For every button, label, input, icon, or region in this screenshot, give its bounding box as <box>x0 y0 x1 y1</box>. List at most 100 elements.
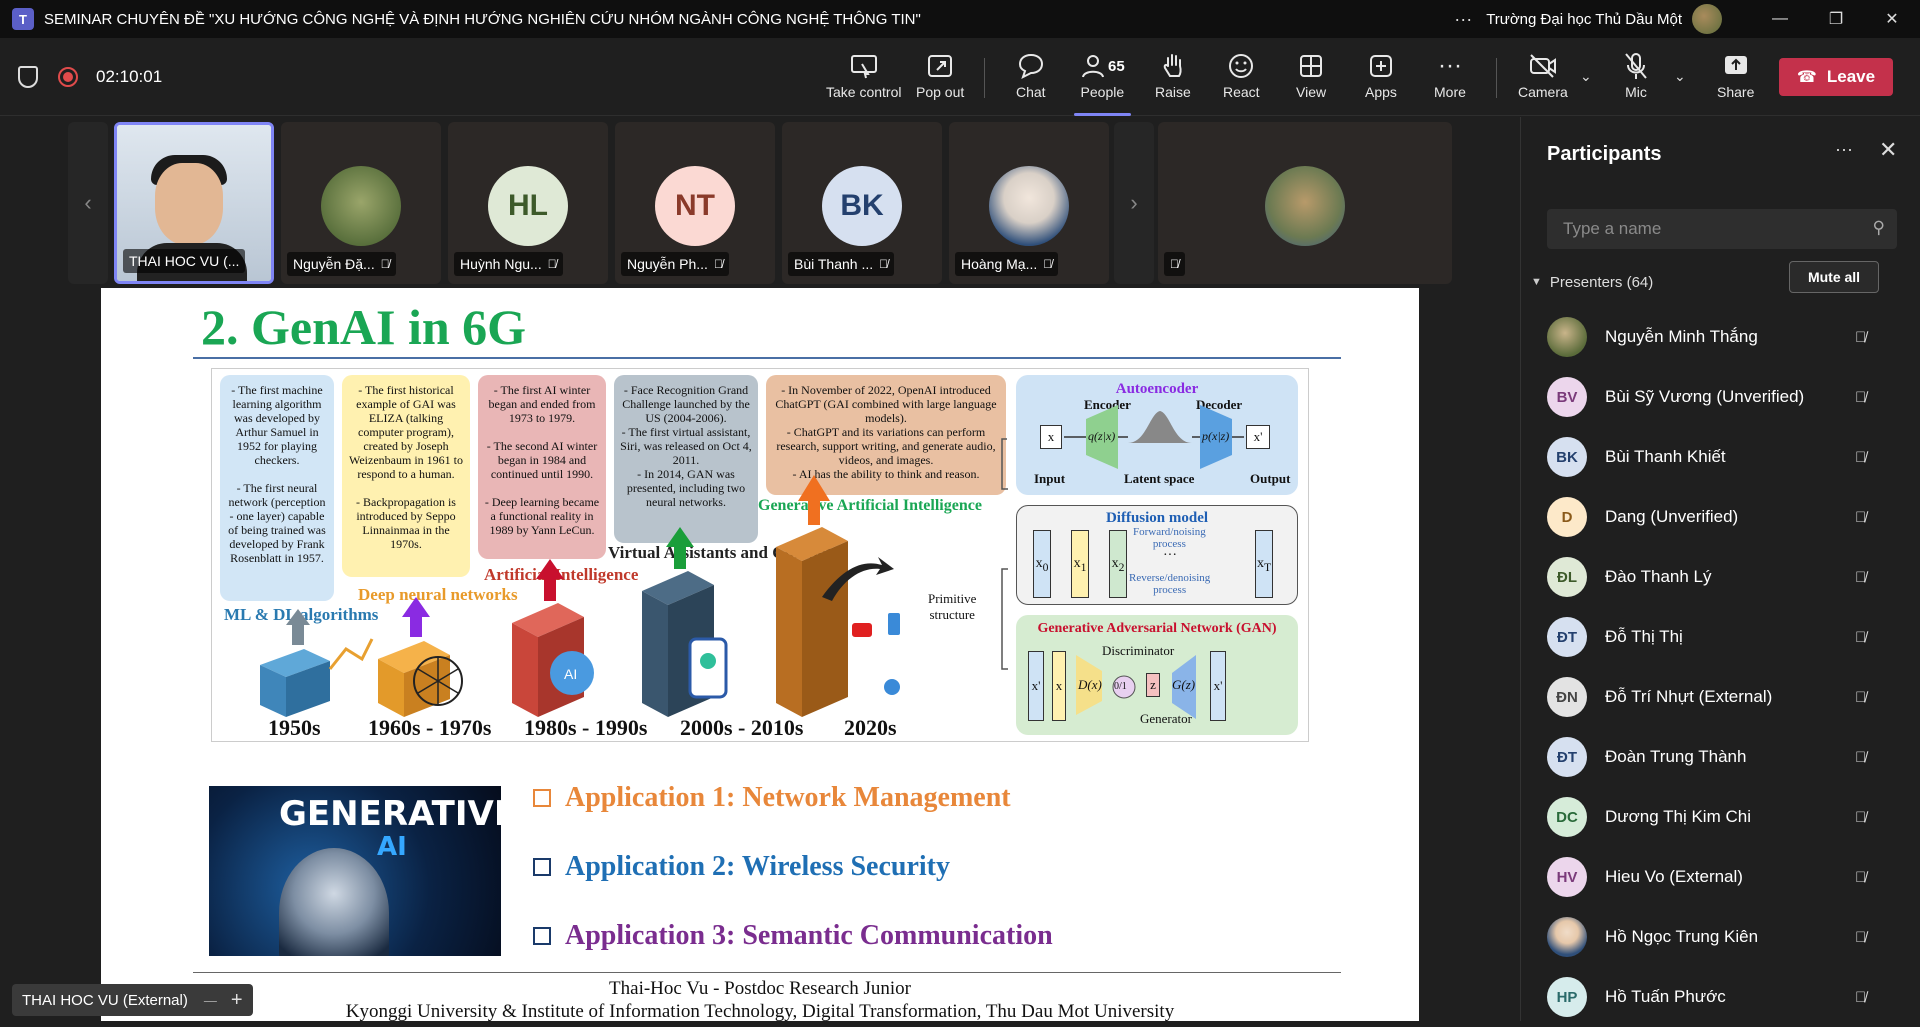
raise-hand-button[interactable]: Raise <box>1155 50 1191 110</box>
video-strip: ‹ THAI HOC VU (... Nguyễn Đặ... 🎙̸ HL Huỳ… <box>68 118 1455 286</box>
avatar: HV <box>1547 857 1587 897</box>
year-label: 2020s <box>844 715 897 740</box>
tile-name-label: THAI HOC VU (... <box>123 249 246 273</box>
collapse-triangle-icon[interactable]: ▼ <box>1531 276 1542 288</box>
people-count: 65 <box>1108 57 1125 75</box>
account-avatar[interactable] <box>1692 4 1722 34</box>
mic-off-icon[interactable]: 🎙̸ <box>1855 689 1866 706</box>
mic-off-icon[interactable]: 🎙̸ <box>1855 629 1866 646</box>
apps-button[interactable]: Apps <box>1365 50 1397 110</box>
camera-button[interactable]: Camera <box>1518 50 1568 110</box>
year-label: 1950s <box>268 715 321 740</box>
take-control-icon <box>850 55 877 79</box>
participant-row[interactable]: ĐL Đào Thanh Lý 🎙̸ <box>1521 547 1920 607</box>
avatar <box>1547 917 1587 957</box>
mic-options-chevron-icon[interactable]: ⌄ <box>1674 68 1686 85</box>
take-control-button[interactable]: Take control <box>826 50 901 110</box>
separator-icon: — <box>203 992 217 1008</box>
more-options-icon[interactable]: ··· <box>1454 9 1472 30</box>
video-tile-wide[interactable]: 🎙̸ <box>1158 122 1452 284</box>
mic-off-icon[interactable]: 🎙̸ <box>1855 869 1866 886</box>
timeline-cubes-graphic: AI <box>260 438 1008 717</box>
minimize-icon[interactable]: — <box>1752 0 1808 38</box>
tile-name-label: Hoàng Mạ... 🎙̸ <box>955 252 1059 276</box>
mic-off-icon[interactable]: 🎙̸ <box>1855 509 1866 526</box>
people-icon <box>1082 55 1104 78</box>
teams-logo-icon: T <box>12 8 34 30</box>
participant-row[interactable]: ĐT Đỗ Thị Thị 🎙̸ <box>1521 607 1920 667</box>
mic-off-icon: 🎙̸ <box>713 257 723 271</box>
close-window-icon[interactable]: ✕ <box>1864 0 1920 38</box>
video-tile[interactable]: NT Nguyễn Ph... 🎙̸ <box>615 122 775 284</box>
pop-out-icon <box>928 55 953 77</box>
search-input[interactable] <box>1547 209 1847 249</box>
tile-name-label: Nguyễn Ph... 🎙̸ <box>621 252 729 276</box>
share-button[interactable]: Share <box>1717 50 1754 110</box>
search-icon[interactable]: ⚲ <box>1873 218 1885 238</box>
chat-button[interactable]: Chat <box>1016 50 1046 110</box>
mic-off-icon[interactable]: 🎙̸ <box>1855 809 1866 826</box>
robot-figure <box>279 848 389 956</box>
svg-text:AI: AI <box>564 666 577 682</box>
mic-off-icon[interactable]: 🎙̸ <box>1855 569 1866 586</box>
avatar <box>1547 317 1587 357</box>
panel-more-icon[interactable]: ··· <box>1835 139 1853 160</box>
tile-name-label: Bùi Thanh ... 🎙̸ <box>788 252 895 276</box>
smiley-icon <box>1229 54 1254 78</box>
toolbar-divider <box>1496 58 1497 98</box>
mic-off-icon[interactable]: 🎙̸ <box>1855 749 1866 766</box>
video-tile[interactable]: Nguyễn Đặ... 🎙̸ <box>281 122 441 284</box>
mic-off-icon[interactable]: 🎙̸ <box>1855 929 1866 946</box>
strip-prev-chevron-icon[interactable]: ‹ <box>68 122 108 284</box>
hand-icon <box>1163 54 1182 77</box>
react-button[interactable]: React <box>1223 50 1260 110</box>
participant-row[interactable]: ĐN Đỗ Trí Nhựt (External) 🎙̸ <box>1521 667 1920 727</box>
toolbar-divider <box>984 58 985 98</box>
avatar <box>321 166 401 246</box>
slide-footer-author: Thai-Hoc Vu - Postdoc Research Junior <box>609 978 911 999</box>
people-button[interactable]: 65 People <box>1074 50 1131 116</box>
mic-off-icon[interactable]: 🎙̸ <box>1855 329 1866 346</box>
participant-row[interactable]: DC Dương Thị Kim Chi 🎙̸ <box>1521 787 1920 847</box>
mic-off-icon[interactable]: 🎙̸ <box>1855 449 1866 466</box>
pop-out-button[interactable]: Pop out <box>916 50 964 110</box>
avatar <box>1265 166 1345 246</box>
participant-row[interactable]: HP Hồ Tuấn Phước 🎙̸ <box>1521 967 1920 1027</box>
video-tile[interactable]: BK Bùi Thanh ... 🎙̸ <box>782 122 942 284</box>
video-tile-presenter[interactable]: THAI HOC VU (... <box>114 122 274 284</box>
avatar: DC <box>1547 797 1587 837</box>
leave-button[interactable]: ☎ Leave <box>1779 58 1893 96</box>
participant-row[interactable]: ĐT Đoàn Trung Thành 🎙̸ <box>1521 727 1920 787</box>
close-icon[interactable]: ✕ <box>1879 137 1897 163</box>
organization-name[interactable]: Trường Đại học Thủ Dầu Một <box>1486 11 1682 28</box>
shared-slide: 2. GenAI in 6G - The first machine learn… <box>101 288 1419 1021</box>
participant-row[interactable]: D Dang (Unverified) 🎙̸ <box>1521 487 1920 547</box>
participant-row[interactable]: HV Hieu Vo (External) 🎙̸ <box>1521 847 1920 907</box>
presenter-name-tag[interactable]: THAI HOC VU (External) — + <box>12 984 253 1016</box>
plus-icon[interactable]: + <box>231 989 243 1012</box>
participant-row[interactable]: BV Bùi Sỹ Vương (Unverified) 🎙̸ <box>1521 367 1920 427</box>
participant-search[interactable]: ⚲ <box>1547 209 1897 249</box>
checkbox-square-icon <box>533 858 551 876</box>
generative-ai-image: GENERATIVE AI <box>209 786 501 956</box>
participant-row[interactable]: Nguyễn Minh Thắng 🎙̸ <box>1521 307 1920 367</box>
strip-next-chevron-icon[interactable]: › <box>1114 122 1154 284</box>
participant-row[interactable]: Hồ Ngọc Trung Kiên 🎙̸ <box>1521 907 1920 967</box>
participant-row[interactable]: BK Bùi Thanh Khiết 🎙̸ <box>1521 427 1920 487</box>
tile-name-label: Nguyễn Đặ... 🎙̸ <box>287 252 396 276</box>
more-icon: ··· <box>1437 52 1462 79</box>
shield-icon[interactable] <box>18 66 38 88</box>
grid-view-icon <box>1300 55 1323 77</box>
mute-all-button[interactable]: Mute all <box>1789 261 1879 293</box>
more-button[interactable]: ··· More <box>1434 50 1466 110</box>
mic-off-icon[interactable]: 🎙̸ <box>1855 389 1866 406</box>
video-tile[interactable]: HL Huỳnh Ngu... 🎙̸ <box>448 122 608 284</box>
mic-button[interactable]: Mic <box>1622 50 1650 110</box>
autoencoder-panel: Autoencoder Encoder Decoder x q(z|x) p(x… <box>1016 375 1298 495</box>
video-tile[interactable]: Hoàng Mạ... 🎙̸ <box>949 122 1109 284</box>
view-button[interactable]: View <box>1296 50 1326 110</box>
gan-panel: Generative Adversarial Network (GAN) Dis… <box>1016 615 1298 735</box>
camera-options-chevron-icon[interactable]: ⌄ <box>1580 68 1592 85</box>
mic-off-icon[interactable]: 🎙̸ <box>1855 989 1866 1006</box>
maximize-icon[interactable]: ❐ <box>1808 0 1864 38</box>
